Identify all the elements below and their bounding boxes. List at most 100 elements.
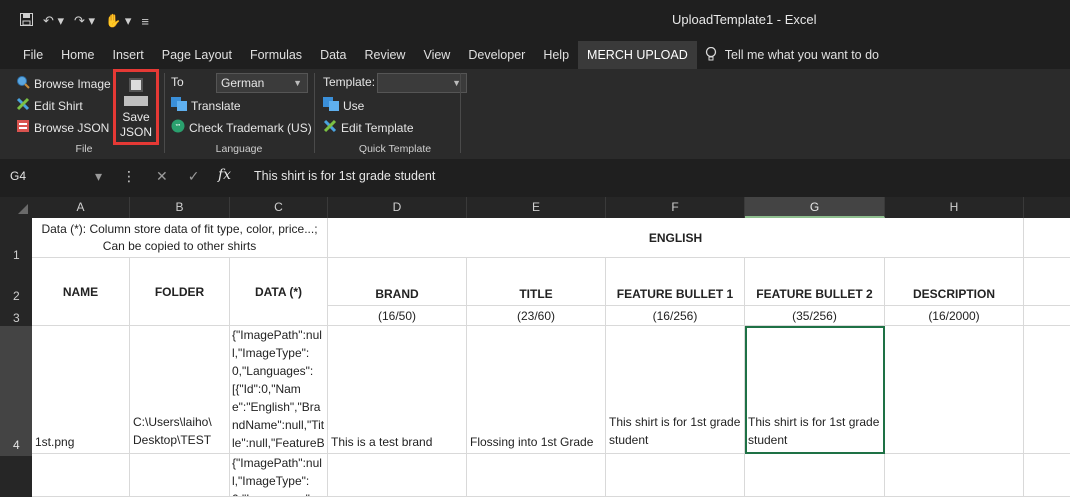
cell-d5[interactable] (328, 454, 467, 497)
cell-f2-feature1-header[interactable]: FEATURE BULLET 1 (606, 258, 745, 306)
tab-file[interactable]: File (14, 41, 52, 69)
cell-a5[interactable] (32, 454, 130, 497)
row-header-3[interactable]: 3 (0, 311, 32, 325)
cell-g2-feature2-header[interactable]: FEATURE BULLET 2 (745, 258, 885, 306)
tab-help[interactable]: Help (534, 41, 578, 69)
check-trademark-button[interactable]: ™ Check Trademark (US) (171, 119, 312, 136)
select-all-button[interactable] (0, 197, 32, 218)
browse-image-button[interactable]: Browse Image (16, 75, 111, 92)
cell-i2[interactable] (1024, 258, 1070, 306)
tell-me-text: Tell me what you want to do (724, 48, 880, 62)
translate-button[interactable]: Translate (171, 97, 241, 114)
cell-i5[interactable] (1024, 454, 1070, 497)
touch-icon[interactable]: ✋ ▾ (105, 13, 131, 29)
name-box[interactable]: G4 (10, 169, 26, 183)
edit-template-button[interactable]: Edit Template (323, 119, 414, 136)
column-header-c[interactable]: C (230, 197, 328, 218)
cell-h2-description-header[interactable]: DESCRIPTION (885, 258, 1024, 306)
language-group: To German ▼ Translate ™ Check Trademark … (165, 69, 313, 159)
cell-f4-feature1[interactable]: This shirt is for 1st grade student (606, 326, 745, 454)
undo-icon[interactable]: ↶ ▾ (43, 13, 64, 29)
customize-qat-icon[interactable]: ≡ (141, 14, 149, 29)
cell-i1[interactable] (1024, 218, 1070, 258)
cell-a4-name[interactable]: 1st.png (32, 326, 130, 454)
cell-h4-description[interactable] (885, 326, 1024, 454)
cell-e4-title[interactable]: Flossing into 1st Grade (467, 326, 606, 454)
tab-merch-upload[interactable]: MERCH UPLOAD (578, 41, 697, 69)
edit-shirt-button[interactable]: Edit Shirt (16, 97, 83, 114)
cell-i4[interactable] (1024, 326, 1070, 454)
tab-data[interactable]: Data (311, 41, 355, 69)
more-icon[interactable]: ⋮ (122, 168, 136, 185)
quick-template-group-label: Quick Template (358, 143, 432, 155)
browse-json-button[interactable]: Browse JSON (16, 119, 109, 136)
cell-c5-data[interactable]: {"ImagePath":null,"ImageType":0,"Languag… (230, 454, 328, 497)
tools-icon (16, 97, 30, 114)
column-header-f[interactable]: F (606, 197, 745, 218)
redo-icon[interactable]: ↷ ▾ (74, 13, 95, 29)
tools-icon (323, 119, 337, 136)
quick-template-group: Template: ▼ Use Edit Template Quick Temp… (315, 69, 475, 159)
cell-h5[interactable] (885, 454, 1024, 497)
cell-b4-folder[interactable]: C:\Users\laiho\ Desktop\TEST (130, 326, 230, 454)
confirm-icon[interactable]: ✓ (188, 168, 200, 185)
cell-f3-feature1-count[interactable]: (16/256) (606, 306, 745, 326)
cell-c4-data[interactable]: {"ImagePath":null,"ImageType":0,"Languag… (230, 326, 328, 454)
cell-d3-brand-count[interactable]: (16/50) (328, 306, 467, 326)
column-header-i[interactable] (1024, 197, 1070, 218)
row-header-4-label[interactable]: 4 (13, 438, 20, 452)
tell-me-box[interactable]: Tell me what you want to do (697, 46, 880, 64)
file-group-label: File (75, 143, 93, 155)
cell-c2-data-header[interactable]: DATA (*) (230, 258, 328, 326)
use-template-button[interactable]: Use (323, 97, 364, 114)
save-icon[interactable] (20, 13, 33, 29)
cell-b2-folder-header[interactable]: FOLDER (130, 258, 230, 326)
insert-function-icon[interactable]: fx (218, 167, 231, 183)
cell-d2-brand-header[interactable]: BRAND (328, 258, 467, 306)
cell-g3-feature2-count[interactable]: (35/256) (745, 306, 885, 326)
tab-formulas[interactable]: Formulas (241, 41, 311, 69)
window-title: UploadTemplate1 - Excel (672, 12, 817, 27)
column-header-b[interactable]: B (130, 197, 230, 218)
cancel-icon[interactable]: ✕ (156, 168, 168, 185)
save-json-button[interactable]: Save JSON (113, 69, 159, 145)
floppy-icon (129, 78, 143, 92)
column-header-a[interactable]: A (32, 197, 130, 218)
namebox-dropdown-icon[interactable]: ▾ (95, 168, 102, 185)
cell-b5[interactable] (130, 454, 230, 497)
tab-view[interactable]: View (414, 41, 459, 69)
cell-g4-feature2-selected[interactable]: This shirt is for 1st grade student (745, 326, 885, 454)
translate-icon (171, 97, 187, 114)
cell-g5[interactable] (745, 454, 885, 497)
template-select[interactable]: ▼ (377, 73, 467, 93)
tab-developer[interactable]: Developer (459, 41, 534, 69)
column-header-d[interactable]: D (328, 197, 467, 218)
title-bar: ↶ ▾ ↷ ▾ ✋ ▾ ≡ UploadTemplate1 - Excel (0, 0, 1070, 41)
lightbulb-icon (705, 46, 717, 64)
cell-i3[interactable] (1024, 306, 1070, 326)
cell-e2-title-header[interactable]: TITLE (467, 258, 606, 306)
cell-e3-title-count[interactable]: (23/60) (467, 306, 606, 326)
cell-f5[interactable] (606, 454, 745, 497)
tab-home[interactable]: Home (52, 41, 103, 69)
ribbon-merch-upload: Browse Image Edit Shirt Browse JSON Save… (0, 69, 1070, 159)
tab-insert[interactable]: Insert (104, 41, 153, 69)
cell-d4-brand[interactable]: This is a test brand (328, 326, 467, 454)
column-header-h[interactable]: H (885, 197, 1024, 218)
cell-e5[interactable] (467, 454, 606, 497)
column-header-bar: A B C D E F G H (0, 197, 1070, 218)
tab-page-layout[interactable]: Page Layout (153, 41, 241, 69)
cell-d1-english[interactable]: ENGLISH (328, 218, 1024, 258)
formula-input[interactable]: This shirt is for 1st grade student (254, 169, 435, 183)
ribbon-separator (460, 73, 461, 153)
column-header-g[interactable]: G (745, 197, 885, 218)
language-select[interactable]: German ▼ (216, 73, 308, 93)
row-header-2[interactable]: 2 (0, 289, 32, 303)
worksheet-grid: Data (*): Column store data of fit type,… (32, 218, 1070, 497)
row-header-1[interactable]: 1 (0, 248, 32, 262)
cell-h3-description-count[interactable]: (16/2000) (885, 306, 1024, 326)
column-header-e[interactable]: E (467, 197, 606, 218)
cell-a2-name-header[interactable]: NAME (32, 258, 130, 326)
tab-review[interactable]: Review (355, 41, 414, 69)
cell-a1-note[interactable]: Data (*): Column store data of fit type,… (32, 218, 328, 258)
